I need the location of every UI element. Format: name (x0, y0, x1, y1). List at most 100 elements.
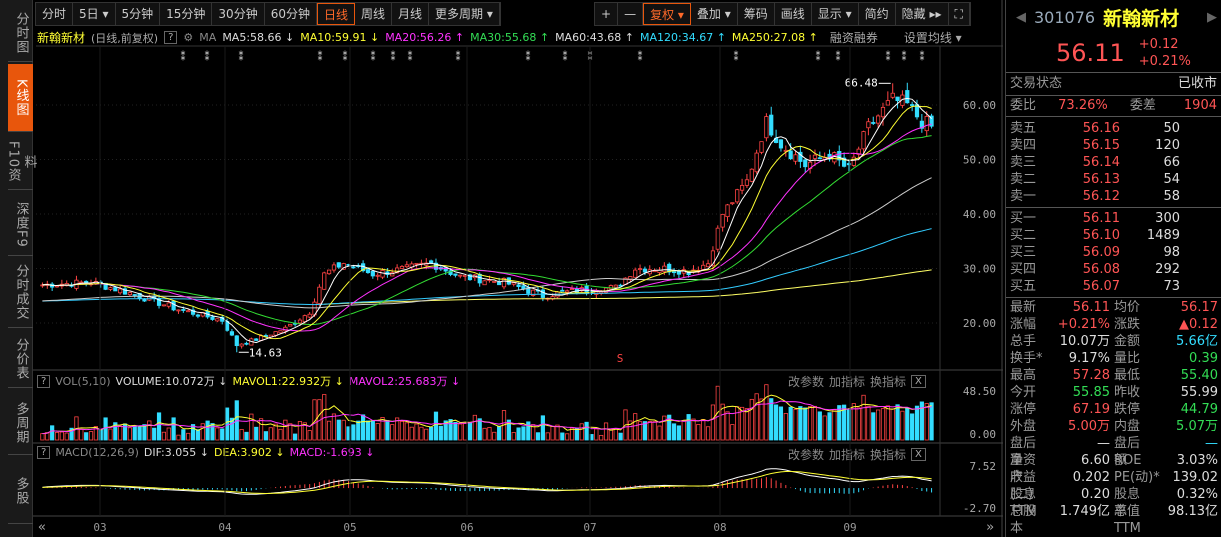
stat-label: 今开 (1010, 385, 1037, 400)
volume-bar (749, 398, 754, 441)
order-volume: 66 (1163, 155, 1180, 170)
candle (54, 285, 60, 288)
volume-bar (152, 427, 157, 441)
volume-bar (244, 431, 249, 441)
volume-bar (890, 408, 895, 441)
stat-row: 最新 56.11 均价 56.17 (1006, 299, 1221, 316)
volume-bar (79, 428, 84, 441)
scroll-right-button[interactable]: » (986, 520, 994, 535)
last-price: 56.11 (1056, 39, 1125, 67)
volume-bar (292, 433, 298, 441)
candle (769, 114, 774, 136)
event-star: ⁑ (734, 51, 739, 63)
next-stock-icon[interactable]: ▶ (1207, 10, 1217, 25)
stock-code: 301076 (1034, 7, 1096, 27)
candle (764, 116, 769, 139)
candle (866, 121, 871, 129)
volume-bar (832, 409, 837, 441)
volume-bar (409, 426, 414, 441)
candle (375, 274, 380, 277)
candle (161, 304, 166, 307)
candle (302, 315, 307, 323)
volume-bar (511, 432, 516, 441)
stat-row: 总股本 1.749亿 总值 98.13亿 (1006, 503, 1221, 536)
volume-bar (45, 432, 50, 441)
stat-value: 5.00万 (1068, 419, 1110, 434)
volume-bar (681, 420, 686, 441)
order-row: 卖三 56.14 66 (1006, 154, 1221, 171)
volume-bar (254, 426, 259, 441)
volume-bar (438, 425, 443, 441)
volume-bar (463, 423, 468, 441)
volume-bar (307, 430, 312, 441)
volume-bar (88, 431, 94, 441)
candle (380, 270, 385, 278)
mavol2-line (42, 400, 932, 435)
stat-value: 57.28 (1072, 368, 1110, 383)
stat-value: 55.40 (1180, 368, 1218, 383)
dif-line (42, 468, 932, 495)
stat-label: 均价 (1114, 300, 1141, 315)
volume-bar (390, 424, 395, 441)
candle (715, 227, 720, 250)
volume-bar (705, 426, 711, 441)
volume-bar (118, 425, 123, 441)
month-label: 04 (218, 521, 232, 534)
volume-bar (803, 407, 808, 441)
volume-bar (608, 428, 613, 441)
kline-chart[interactable]: 60.00 50.00 40.00 30.00 20.00 48.50 0.00 7.52 -2… (0, 0, 1003, 537)
order-row: 买一 56.11 300 (1006, 210, 1221, 227)
volume-bar (885, 405, 890, 441)
volume-bar (429, 426, 434, 441)
candle (613, 284, 618, 288)
candle (890, 92, 895, 98)
stat-row: 涨停 67.19 跌停 44.79 (1006, 401, 1221, 418)
candle (735, 189, 740, 203)
quote-panel: ◀ 301076 新翰新材 ▶ 56.11 +0.12 +0.21% 交易状态 已… (1005, 0, 1221, 537)
candle (399, 266, 405, 269)
order-label: 卖二 (1010, 172, 1037, 187)
volume-bar (453, 422, 458, 441)
order-price: 56.09 (1082, 245, 1120, 260)
volume-bar (433, 411, 439, 441)
volume-bar (404, 422, 409, 441)
event-star: ⁑ (920, 51, 925, 63)
stat-label: 最新 (1010, 300, 1037, 315)
event-star: ⁑ (239, 51, 244, 63)
order-row: 买三 56.09 98 (1006, 244, 1221, 261)
order-label: 买五 (1010, 279, 1037, 294)
candle (749, 168, 754, 182)
macd-tick: -2.70 (963, 502, 996, 515)
volume-bar (258, 418, 264, 441)
stat-value: 98.13亿 (1167, 504, 1218, 519)
ask-list: 卖五 56.16 50 卖四 56.15 120 卖三 56.14 66 卖二 56.13 54 卖一 5… (1006, 120, 1221, 205)
candle (215, 318, 220, 322)
volume-bar (84, 432, 89, 441)
candle (871, 122, 876, 124)
volume-bar (263, 431, 269, 441)
stat-value: 55.85 (1072, 385, 1110, 400)
ma120-line (42, 228, 932, 306)
volume-bar (54, 431, 60, 441)
candle (662, 265, 667, 273)
volume-bar (769, 398, 774, 441)
order-label: 买二 (1010, 228, 1037, 243)
scroll-left-button[interactable]: « (38, 520, 46, 535)
volume-bar (341, 419, 346, 441)
volume-bar (127, 427, 132, 441)
price-change-pct: +0.21% (1138, 54, 1191, 69)
candle (759, 141, 764, 153)
candle (186, 310, 191, 313)
volume-bar (472, 414, 477, 441)
stat-label: 金额 (1114, 334, 1141, 349)
macd-tick: 7.52 (970, 460, 997, 473)
volume-bar (59, 431, 64, 441)
volume-bar (613, 428, 618, 441)
order-price: 56.14 (1082, 155, 1120, 170)
month-label: 09 (843, 521, 856, 534)
event-star: ⁑ (836, 51, 841, 63)
prev-stock-icon[interactable]: ◀ (1016, 10, 1026, 25)
event-star: ⁑ (391, 51, 396, 63)
price-tick: 60.00 (963, 99, 996, 112)
candle (166, 302, 171, 307)
